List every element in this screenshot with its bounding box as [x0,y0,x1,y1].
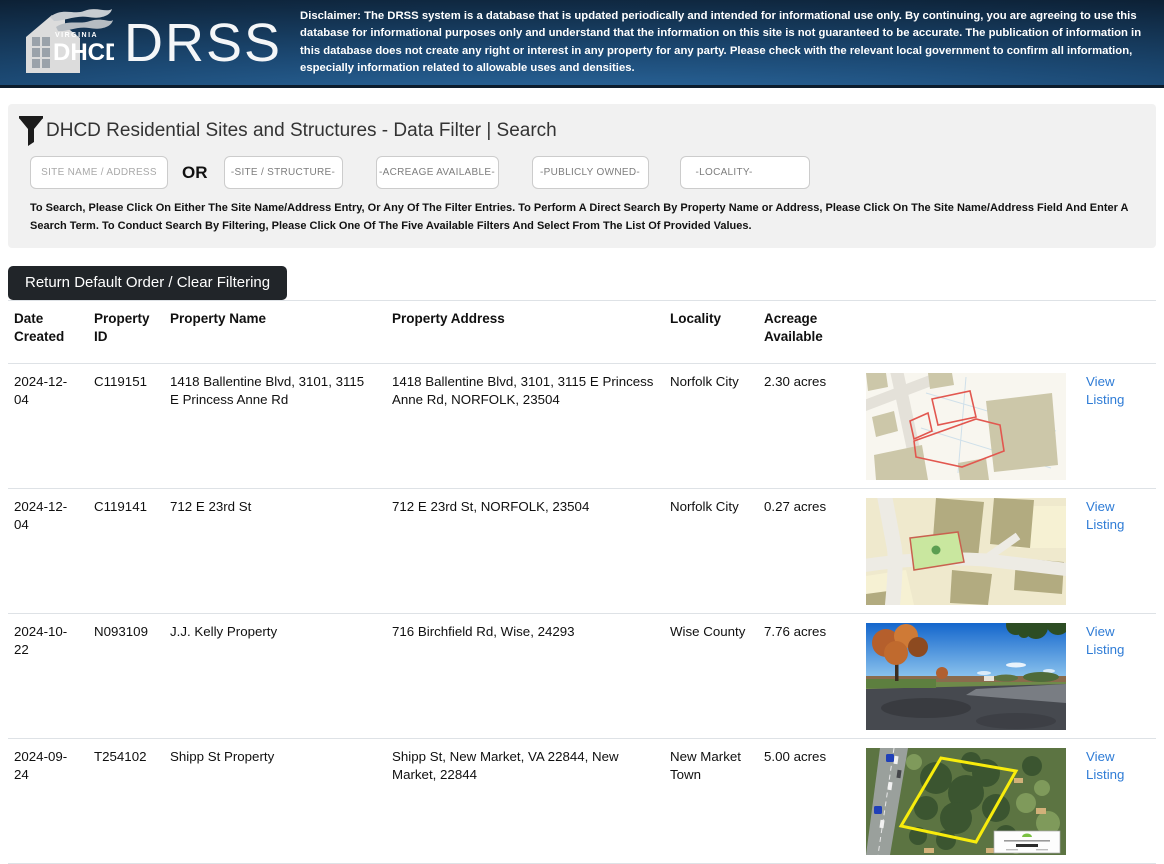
cell-property-id: N093109 [88,613,164,738]
view-listing-link[interactable]: View Listing [1086,624,1124,657]
dhcd-virginia-logo-icon: VIRGINIA DHCD [22,7,114,79]
cell-property-id: C119141 [88,488,164,613]
cell-date-created: 2024-10-22 [8,613,88,738]
app-header: VIRGINIA DHCD DRSS Disclaimer: The DRSS … [0,0,1164,88]
clear-filtering-button[interactable]: Return Default Order / Clear Filtering [8,266,287,300]
search-instructions: To Search, Please Click On Either The Si… [30,200,1142,235]
cell-date-created: 2024-09-24 [8,738,88,863]
listing-thumbnail-parcel-map [866,498,1066,605]
cell-date-created: 2024-12-04 [8,488,88,613]
view-listing-link[interactable]: View Listing [1086,499,1124,532]
table-row: 2024-10-22 N093109 J.J. Kelly Property 7… [8,613,1156,738]
header-property-name: Property Name [164,301,386,363]
site-name-address-input[interactable] [30,156,168,189]
table-header-row: Date Created Property ID Property Name P… [8,301,1156,363]
cell-acreage: 2.30 acres [758,363,860,488]
cell-locality: Norfolk City [664,363,758,488]
filter-site-structure[interactable]: -SITE / STRUCTURE- [224,156,343,189]
filter-panel: DHCD Residential Sites and Structures - … [8,104,1156,248]
cell-property-name: Shipp St Property [164,738,386,863]
cell-property-address: Shipp St, New Market, VA 22844, New Mark… [386,738,664,863]
cell-property-name: J.J. Kelly Property [164,613,386,738]
table-row: 2024-09-24 T254102 Shipp St Property Shi… [8,738,1156,863]
table-row: 2024-12-04 C119151 1418 Ballentine Blvd,… [8,363,1156,488]
logo-dhcd-text: DHCD [53,39,114,66]
listing-thumbnail-street-photo [866,623,1066,730]
header-view [1080,301,1156,363]
cell-acreage: 7.76 acres [758,613,860,738]
cell-acreage: 0.27 acres [758,488,860,613]
cell-property-name: 1418 Ballentine Blvd, 3101, 3115 E Princ… [164,363,386,488]
cell-property-address: 1418 Ballentine Blvd, 3101, 3115 E Princ… [386,363,664,488]
or-label: OR [182,163,208,183]
filter-funnel-icon [18,116,44,146]
listings-table: Date Created Property ID Property Name P… [8,300,1156,863]
cell-property-address: 716 Birchfield Rd, Wise, 24293 [386,613,664,738]
cell-locality: Norfolk City [664,488,758,613]
filter-publicly-owned[interactable]: -PUBLICLY OWNED- [532,156,649,189]
view-listing-link[interactable]: View Listing [1086,749,1124,782]
header-date-created: Date Created [8,301,88,363]
cell-property-id: C119151 [88,363,164,488]
app-title: DRSS [124,16,282,70]
header-property-id: Property ID [88,301,164,363]
cell-property-address: 712 E 23rd St, NORFOLK, 23504 [386,488,664,613]
table-row: 2024-12-04 C119141 712 E 23rd St 712 E 2… [8,488,1156,613]
cell-property-id: T254102 [88,738,164,863]
header-locality: Locality [664,301,758,363]
view-listing-link[interactable]: View Listing [1086,374,1124,407]
disclaimer-text: Disclaimer: The DRSS system is a databas… [300,8,1164,78]
header-image [860,301,1080,363]
page-title: DHCD Residential Sites and Structures - … [46,120,557,142]
header-property-address: Property Address [386,301,664,363]
cell-locality: Wise County [664,613,758,738]
cell-locality: New Market Town [664,738,758,863]
header-acreage-available: Acreage Available [758,301,860,363]
filter-acreage-available[interactable]: -ACREAGE AVAILABLE- [376,156,499,189]
listing-thumbnail-parcel-map [866,373,1066,480]
filter-locality[interactable]: -LOCALITY- [680,156,810,189]
filter-controls: OR -SITE / STRUCTURE- -ACREAGE AVAILABLE… [30,156,1142,189]
logo-virginia-text: VIRGINIA [55,32,98,39]
cell-property-name: 712 E 23rd St [164,488,386,613]
listing-thumbnail-aerial-photo [866,748,1066,855]
cell-date-created: 2024-12-04 [8,363,88,488]
cell-acreage: 5.00 acres [758,738,860,863]
